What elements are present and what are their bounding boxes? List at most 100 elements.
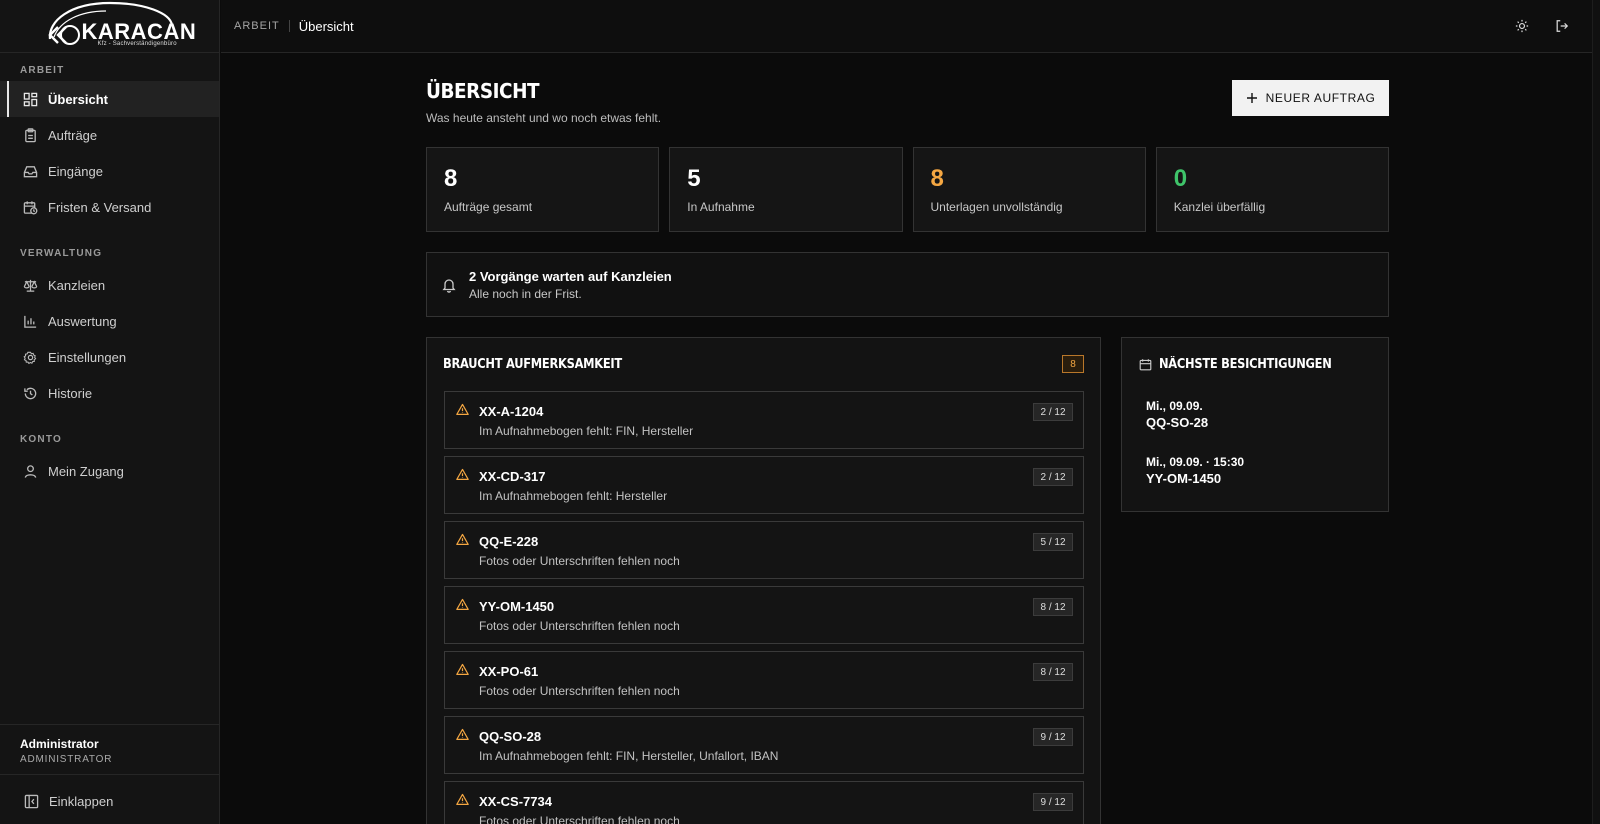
notification-title: 2 Vorgänge warten auf Kanzleien [469,268,672,284]
attention-item[interactable]: YY-OM-1450 Fotos oder Unterschriften fehl… [444,586,1084,644]
sidebar-item-label: Übersicht [48,91,108,107]
item-description: Fotos oder Unterschriften fehlen noch [479,684,680,698]
collapse-label: Einklappen [49,793,114,809]
stat-value: 8 [930,165,944,192]
sidebar-item-label: Aufträge [48,127,98,143]
current-user: Administrator ADMINISTRATOR [0,724,219,775]
stat-label: Unterlagen unvollständig [930,200,1063,214]
warning-icon [456,793,469,806]
page-subtitle: Was heute ansteht und wo noch etwas fehl… [426,111,662,125]
inspection-entry[interactable]: Mi., 09.09. · 15:30 YY-OM-1450 [1146,455,1244,486]
logo[interactable]: KARACAN Kfz - Sachverständigenbüro [0,0,219,53]
nav-section-arbeit: ARBEIT [20,65,65,76]
dashboard-icon [22,91,38,107]
stat-card: 8 Aufträge gesamt [426,147,660,232]
attention-item[interactable]: XX-CS-7734 Fotos oder Unterschriften fehl… [444,781,1084,824]
sidebar-item-uebersicht[interactable]: Übersicht [0,81,219,117]
stat-card: 8 Unterlagen unvollständig [912,147,1146,232]
attention-panel: BRAUCHT AUFMERKSAMKEIT 8 XX-A-1204 Im Auf… [426,337,1101,824]
plus-icon [1246,93,1257,103]
nav-section-verwaltung: VERWALTUNG [20,248,103,259]
sidebar-item-auftraege[interactable]: Aufträge [0,117,219,153]
logout-button[interactable] [1552,16,1572,36]
sidebar-item-kanzleien[interactable]: Kanzleien [0,267,219,303]
item-progress-badge: 9 / 12 [1033,793,1073,811]
breadcrumb-current: Übersicht [298,18,354,34]
item-description: Fotos oder Unterschriften fehlen noch [479,554,680,568]
inspection-entry[interactable]: Mi., 09.09. QQ-SO-28 [1146,399,1208,430]
item-progress-badge: 2 / 12 [1033,468,1073,486]
new-order-label: NEUER AUFTRAG [1265,91,1376,105]
new-order-button[interactable]: NEUER AUFTRAG [1232,80,1389,116]
attention-item[interactable]: QQ-SO-28 Im Aufnahmebogen fehlt: FIN, Her… [444,716,1084,774]
warning-icon [456,468,469,481]
inspection-date: Mi., 09.09. · 15:30 [1146,455,1245,469]
sidebar-item-mein-zugang[interactable]: Mein Zugang [0,453,219,489]
item-description: Fotos oder Unterschriften fehlen noch [479,814,680,824]
attention-list: XX-A-1204 Im Aufnahmebogen fehlt: FIN, He… [444,391,1084,824]
inspection-plate: QQ-SO-28 [1146,415,1209,430]
item-plate: XX-CD-317 [479,469,546,484]
item-plate: XX-CS-7734 [479,794,552,809]
attention-item[interactable]: XX-A-1204 Im Aufnahmebogen fehlt: FIN, He… [444,391,1084,449]
attention-count-badge: 8 [1062,355,1084,373]
notification-banner[interactable]: 2 Vorgänge warten auf Kanzleien Alle noc… [426,252,1389,317]
warning-icon [456,663,469,676]
upcoming-inspections-panel: NÄCHSTE BESICHTIGUNGEN Mi., 09.09. QQ-SO… [1121,337,1389,512]
stats-row: 8 Aufträge gesamt 5 In Aufnahme 8 Unterl… [426,147,1389,232]
attention-item[interactable]: QQ-E-228 Fotos oder Unterschriften fehlen… [444,521,1084,579]
item-progress-badge: 5 / 12 [1033,533,1073,551]
warning-icon [456,728,469,741]
sidebar-item-label: Auswertung [48,313,117,329]
stat-label: Kanzlei überfällig [1173,200,1266,214]
item-plate: YY-OM-1450 [479,599,555,614]
sidebar-item-historie[interactable]: Historie [0,375,219,411]
sidebar-item-fristen-versand[interactable]: Fristen & Versand [0,189,219,225]
stat-value: 5 [687,165,701,192]
attention-item[interactable]: XX-PO-61 Fotos oder Unterschriften fehlen… [444,651,1084,709]
warning-icon [456,403,469,416]
gear-icon [22,349,38,365]
item-plate: XX-A-1204 [479,404,544,419]
warning-icon [456,598,469,611]
history-icon [22,385,38,401]
item-plate: QQ-SO-28 [479,729,542,744]
attention-title: BRAUCHT AUFMERKSAMKEIT [443,357,622,372]
item-description: Im Aufnahmebogen fehlt: FIN, Hersteller,… [479,749,779,763]
sidebar-item-auswertung[interactable]: Auswertung [0,303,219,339]
logo-subtitle: Kfz - Sachverständigenbüro [97,41,177,47]
notification-subtitle: Alle noch in der Frist. [469,286,582,301]
collapse-sidebar-button[interactable]: Einklappen [0,784,219,818]
user-role: ADMINISTRATOR [20,754,113,765]
item-description: Fotos oder Unterschriften fehlen noch [479,619,680,633]
user-icon [22,463,38,479]
nav-section-konto: KONTO [20,434,62,445]
inspection-plate: YY-OM-1450 [1146,471,1222,486]
inspection-date: Mi., 09.09. [1146,399,1203,413]
theme-toggle-button[interactable] [1512,16,1532,36]
logout-icon [1556,20,1569,32]
clipboard-icon [22,127,38,143]
bell-icon [441,277,457,293]
stat-card: 0 Kanzlei überfällig [1155,147,1389,232]
sidebar-item-label: Historie [48,385,93,401]
item-description: Im Aufnahmebogen fehlt: Hersteller [479,489,668,503]
bar-chart-icon [22,313,38,329]
sun-icon [1515,19,1529,33]
upcoming-inspections-title: NÄCHSTE BESICHTIGUNGEN [1159,357,1332,372]
scale-icon [22,277,38,293]
sidebar: KARACAN Kfz - Sachverständigenbüro ARBEI… [0,0,220,824]
stat-label: Aufträge gesamt [444,200,533,214]
item-plate: XX-PO-61 [479,664,539,679]
item-plate: QQ-E-228 [479,534,539,549]
scrollbar-track[interactable] [1592,0,1600,824]
attention-item[interactable]: XX-CD-317 Im Aufnahmebogen fehlt: Herstel… [444,456,1084,514]
breadcrumb-root[interactable]: ARBEIT [234,20,280,32]
calendar-icon [1139,359,1152,371]
page-title: ÜBERSICHT [426,79,540,103]
item-progress-badge: 8 / 12 [1033,598,1073,616]
sidebar-item-eingaenge[interactable]: Eingänge [0,153,219,189]
sidebar-item-label: Mein Zugang [48,463,124,479]
sidebar-item-einstellungen[interactable]: Einstellungen [0,339,219,375]
warning-icon [456,533,469,546]
